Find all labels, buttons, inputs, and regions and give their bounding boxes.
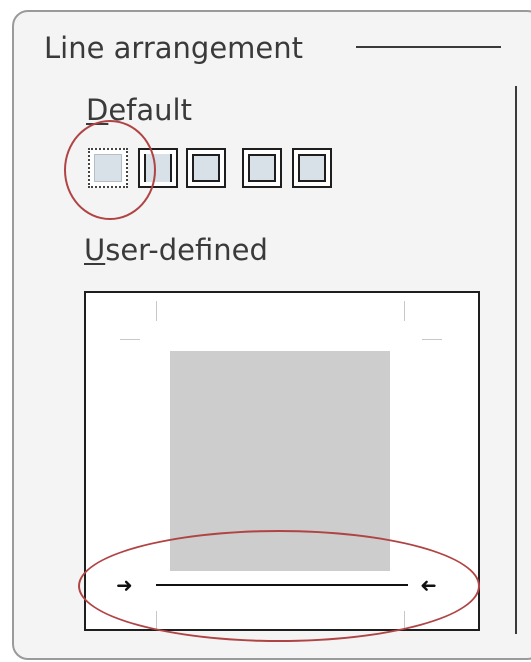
preview-content-area <box>170 351 390 571</box>
preset-box-border-button[interactable] <box>292 148 332 188</box>
preset-left-right-borders-button[interactable] <box>138 148 178 188</box>
arrow-right-icon: ➜ <box>116 573 133 597</box>
bottom-border-line[interactable] <box>156 584 408 586</box>
corner-mark-top-left-v <box>156 301 157 321</box>
user-defined-border-preview[interactable]: ➜ ➜ <box>84 291 480 631</box>
preset-outer-border-thick-button[interactable] <box>242 148 282 188</box>
preset-left-right-borders-icon <box>144 154 172 182</box>
user-defined-label-mnemonic: U <box>84 233 106 267</box>
default-label: Default <box>86 92 192 128</box>
preset-box-border-icon <box>298 154 326 182</box>
section-title-rule <box>356 46 501 48</box>
user-defined-label-rest: ser-defined <box>105 233 268 267</box>
preset-outer-border-thick-icon <box>248 154 276 182</box>
preset-outer-border-icon <box>192 154 220 182</box>
section-title: Line arrangement <box>44 31 304 65</box>
preset-no-borders-button[interactable] <box>88 148 128 188</box>
default-label-mnemonic: D <box>86 93 109 127</box>
preset-outer-border-button[interactable] <box>186 148 226 188</box>
corner-mark-bottom-left-v <box>156 611 157 629</box>
preset-no-borders-icon <box>94 154 122 182</box>
arrow-left-icon: ➜ <box>420 573 437 597</box>
corner-mark-top-left-h <box>120 339 140 340</box>
corner-mark-top-right-v <box>404 301 405 321</box>
corner-mark-top-right-h <box>422 339 442 340</box>
user-defined-label: User-defined <box>84 232 268 268</box>
default-label-rest: efault <box>108 93 192 127</box>
section-vertical-rule <box>515 86 517 634</box>
corner-mark-bottom-right-v <box>404 611 405 629</box>
